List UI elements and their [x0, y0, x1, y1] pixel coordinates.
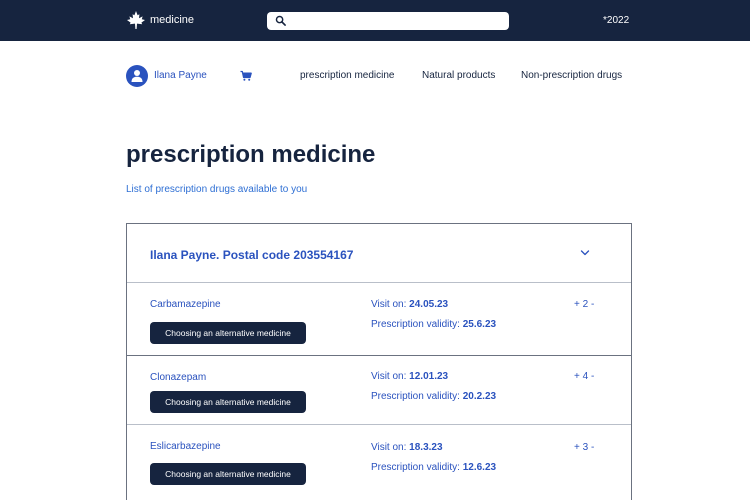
visit-value: 18.3.23: [409, 442, 443, 453]
panel-title: Ilana Payne. Postal code 203554167: [150, 248, 354, 262]
brand-name[interactable]: medicine: [150, 14, 194, 26]
nav-link-non-prescription-drugs[interactable]: Non-prescription drugs: [521, 70, 622, 81]
visit-date: Visit on: 18.3.23: [371, 442, 443, 453]
drug-name: Eslicarbazepine: [150, 441, 221, 452]
search-input[interactable]: [291, 13, 503, 29]
panel-header[interactable]: Ilana Payne. Postal code 203554167: [127, 224, 631, 283]
drug-name: Clonazepam: [150, 372, 207, 383]
quantity-stepper[interactable]: + 2 -: [574, 299, 594, 310]
validity-value: 25.6.23: [462, 319, 497, 330]
visit-date: Visit on: 12.01.23: [371, 371, 448, 382]
nav-link-prescription-medicine[interactable]: prescription medicine: [300, 70, 395, 81]
nav-link-natural-products[interactable]: Natural products: [422, 70, 495, 81]
visit-value: 12.01.23: [409, 371, 449, 382]
choose-alternative-button[interactable]: Choosing an alternative medicine: [150, 391, 306, 413]
validity-label: Prescription validity:: [371, 391, 460, 402]
visit-label: Visit on:: [371, 371, 407, 382]
chevron-down-icon[interactable]: [580, 249, 590, 257]
prescription-panel: Ilana Payne. Postal code 203554167 Carba…: [126, 223, 632, 500]
visit-label: Visit on:: [371, 299, 407, 310]
prescription-row: Eslicarbazepine Choosing an alternative …: [127, 426, 631, 500]
prescription-validity: Prescription validity: 12.6.23: [371, 462, 496, 473]
year-label: *2022: [603, 15, 630, 26]
prescription-row: Clonazepam Choosing an alternative medic…: [127, 357, 631, 425]
top-bar: medicine *2022: [0, 0, 750, 41]
visit-label: Visit on:: [371, 442, 407, 453]
maple-leaf-icon[interactable]: [126, 10, 146, 30]
user-icon: [131, 70, 143, 82]
page-title: prescription medicine: [126, 141, 376, 168]
quantity-stepper[interactable]: + 4 -: [574, 371, 594, 382]
visit-value: 24.05.23: [409, 299, 449, 310]
prescription-validity: Prescription validity: 20.2.23: [371, 391, 496, 402]
search-bar[interactable]: [267, 12, 509, 30]
avatar[interactable]: [126, 65, 148, 87]
main-nav: Ilana Payne prescription medicine Natura…: [0, 41, 750, 111]
choose-alternative-button[interactable]: Choosing an alternative medicine: [150, 322, 306, 344]
validity-label: Prescription validity:: [371, 319, 460, 330]
validity-value: 12.6.23: [462, 462, 497, 473]
page-subtitle: List of prescription drugs available to …: [126, 184, 308, 195]
choose-alternative-button[interactable]: Choosing an alternative medicine: [150, 463, 306, 485]
cart-icon[interactable]: [240, 70, 252, 82]
validity-value: 20.2.23: [462, 391, 497, 402]
user-name[interactable]: Ilana Payne: [154, 70, 207, 81]
prescription-validity: Prescription validity: 25.6.23: [371, 319, 496, 330]
quantity-stepper[interactable]: + 3 -: [574, 442, 594, 453]
drug-name: Carbamazepine: [150, 299, 221, 310]
search-icon[interactable]: [275, 15, 286, 26]
prescription-row: Carbamazepine Choosing an alternative me…: [127, 284, 631, 356]
visit-date: Visit on: 24.05.23: [371, 299, 448, 310]
validity-label: Prescription validity:: [371, 462, 460, 473]
